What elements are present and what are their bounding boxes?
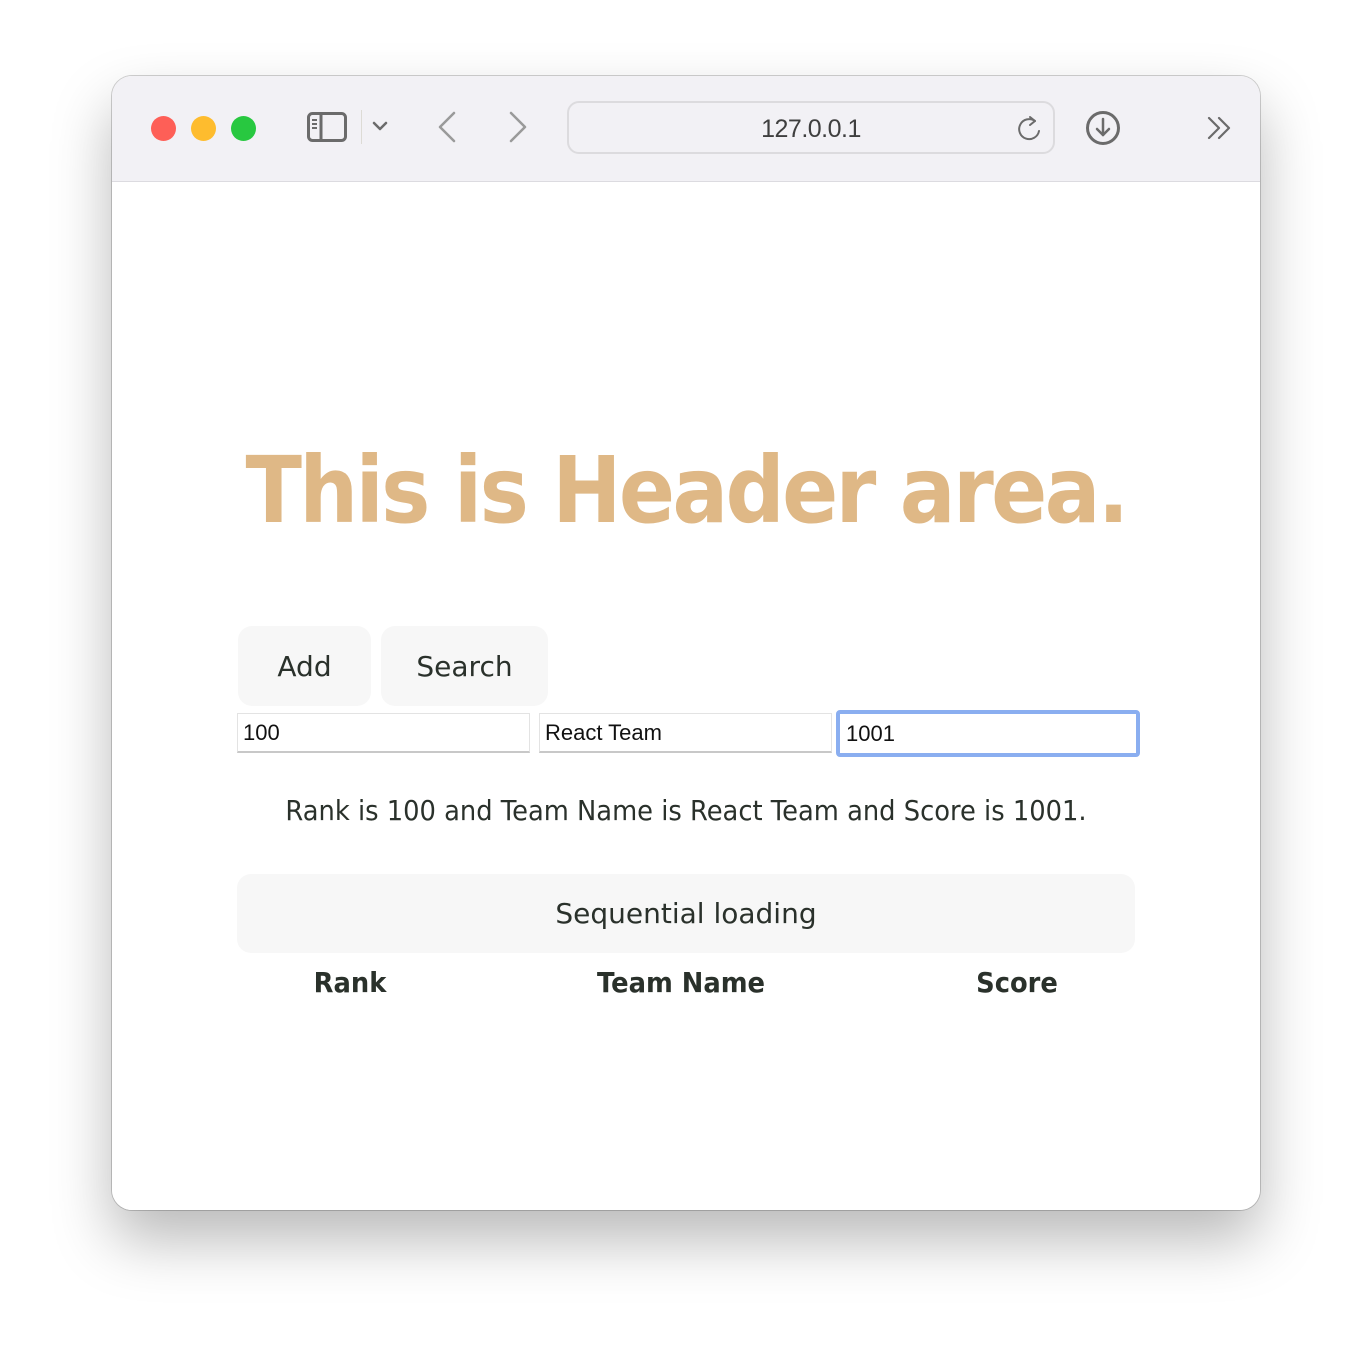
page-content: This is Header area. Add Search Rank is … [112,182,1260,1210]
table-header: Rank Team Name Score [237,966,1135,999]
column-header-rank: Rank [313,966,387,999]
rank-input[interactable] [237,713,530,753]
team-name-input[interactable] [539,713,832,753]
summary-text: Rank is 100 and Team Name is React Team … [285,794,1087,827]
sequential-loading-button[interactable]: Sequential loading [237,874,1135,953]
score-input[interactable] [836,710,1140,757]
search-button[interactable]: Search [381,626,548,706]
chevron-right-icon[interactable] [505,110,531,144]
browser-window: 127.0.0.1 This is Header area. Add Searc… [112,76,1260,1210]
column-header-team-name: Team Name [596,966,766,999]
maximize-window-button[interactable] [231,116,256,141]
address-bar[interactable]: 127.0.0.1 [567,101,1055,154]
reload-icon[interactable] [1015,114,1045,144]
add-button[interactable]: Add [238,626,371,706]
chevron-left-icon[interactable] [434,110,460,144]
minimize-window-button[interactable] [191,116,216,141]
address-text: 127.0.0.1 [761,115,861,143]
close-window-button[interactable] [151,116,176,141]
browser-toolbar: 127.0.0.1 [112,76,1260,182]
sidebar-icon[interactable] [306,110,348,144]
download-icon[interactable] [1084,109,1122,147]
column-header-score: Score [976,966,1058,999]
toolbar-divider [361,110,362,144]
double-chevron-right-icon[interactable] [1204,112,1236,144]
chevron-down-icon[interactable] [368,114,392,138]
page-header-title: This is Header area. [245,437,1129,544]
